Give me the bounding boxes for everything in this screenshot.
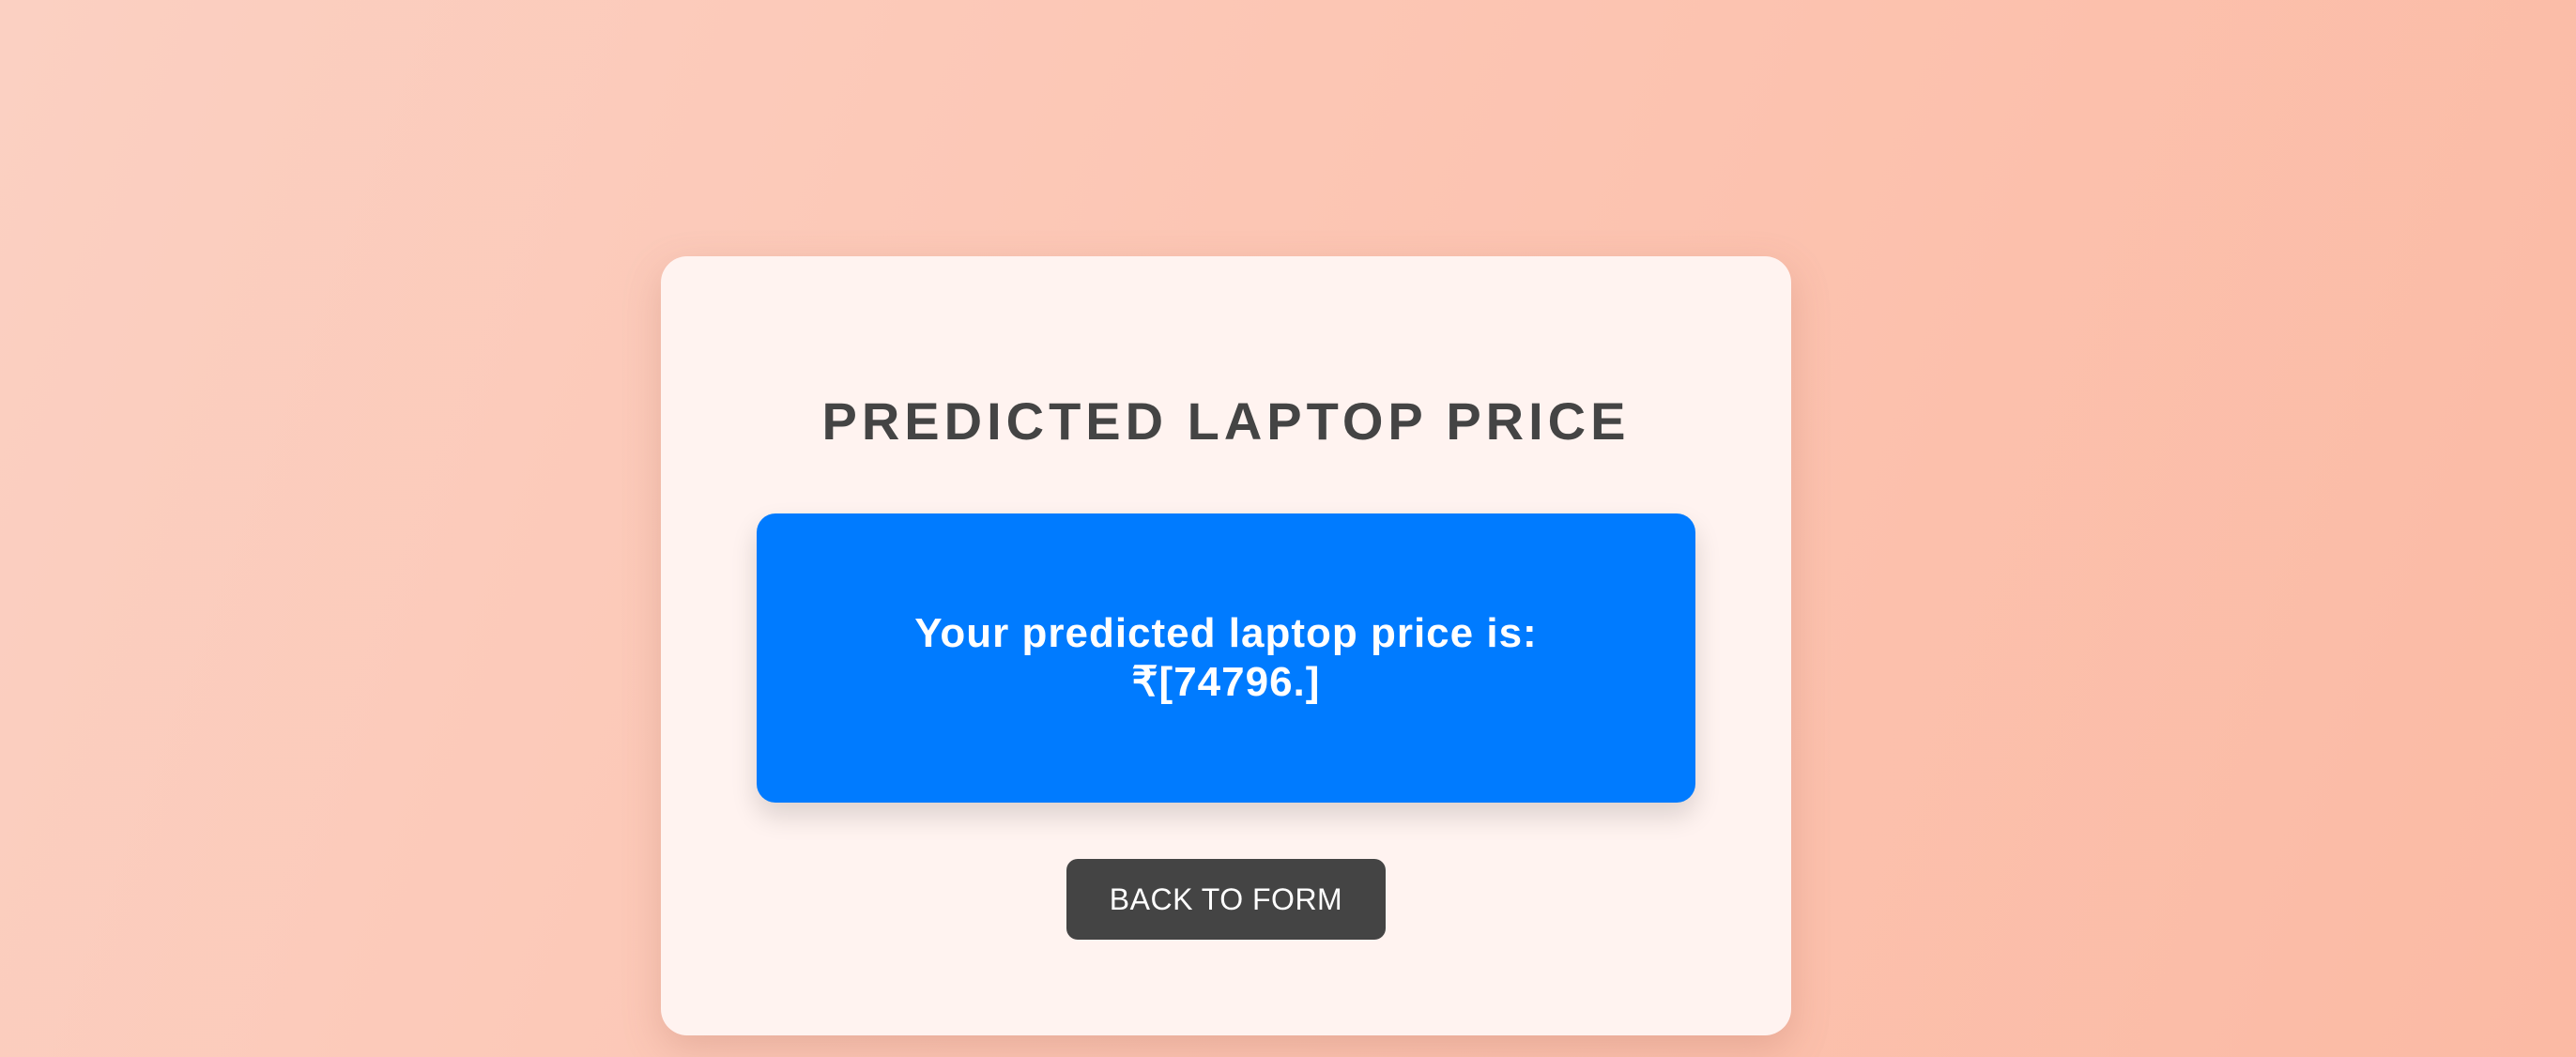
prediction-label: Your predicted laptop price is: — [914, 610, 1538, 656]
prediction-value: ₹[74796.] — [1131, 659, 1321, 705]
back-to-form-button[interactable]: BACK TO FORM — [1066, 859, 1386, 940]
result-card: PREDICTED LAPTOP PRICE Your predicted la… — [661, 256, 1791, 1035]
prediction-result-box: Your predicted laptop price is: ₹[74796.… — [757, 513, 1695, 803]
page-title: PREDICTED LAPTOP PRICE — [821, 391, 1631, 451]
